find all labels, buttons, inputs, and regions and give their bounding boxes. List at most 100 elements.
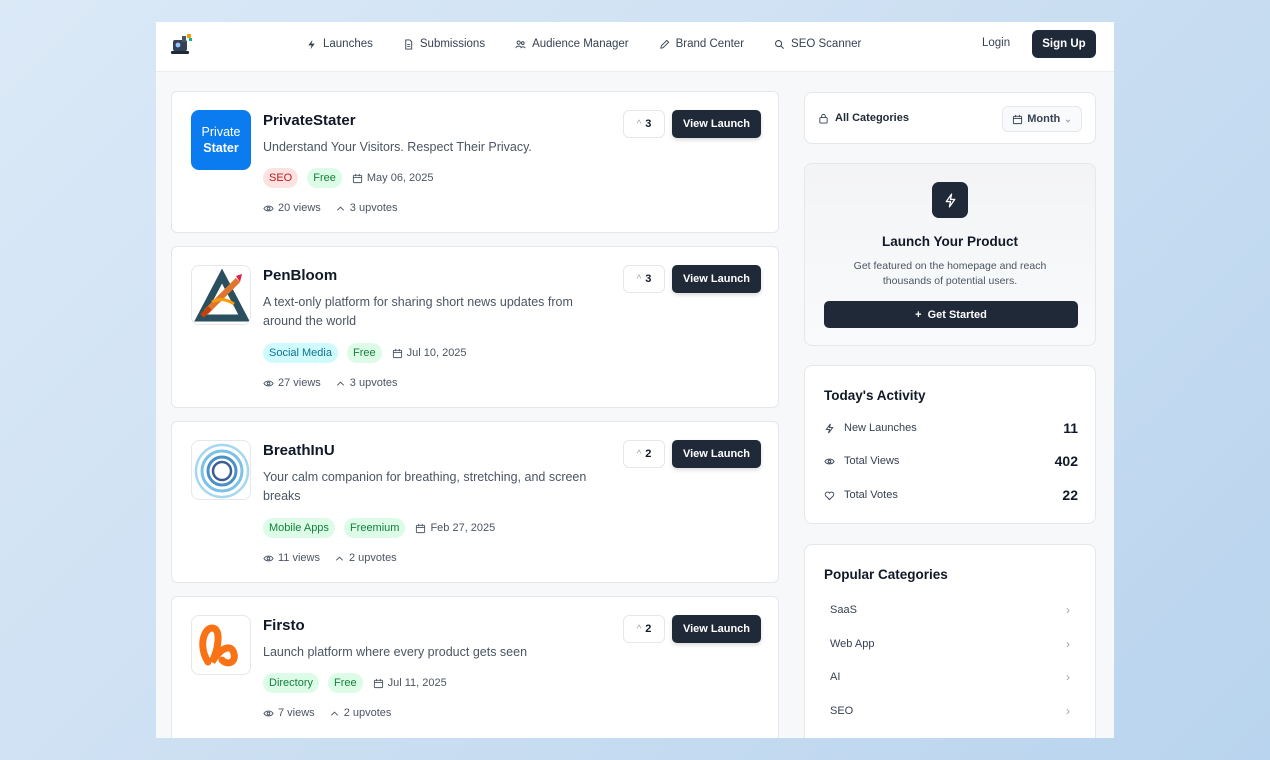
nav-audience-manager[interactable]: Audience Manager <box>515 38 629 50</box>
chevron-up-icon: ^ <box>636 448 642 460</box>
launch-card[interactable]: BreathInU Your calm companion for breath… <box>171 421 779 583</box>
bolt-icon <box>932 182 968 218</box>
upvote-button[interactable]: ^ 3 <box>623 265 665 293</box>
category-link[interactable]: Web App › <box>830 637 1070 651</box>
product-name[interactable]: PenBloom <box>263 267 337 284</box>
views-stat: 7 views <box>263 707 315 719</box>
tag-row: Mobile Apps Freemium Feb 27, 2025 <box>263 518 495 538</box>
category-label: Web App <box>830 638 875 650</box>
nav-submissions[interactable]: Submissions <box>403 38 485 50</box>
nav-seo-scanner[interactable]: SEO Scanner <box>774 38 861 50</box>
calendar-icon <box>352 173 362 183</box>
pencil-icon <box>659 39 669 49</box>
activity-card: Today's Activity New Launches 11 Total V… <box>804 365 1096 524</box>
bolt-icon <box>825 423 834 433</box>
period-select[interactable]: Month ⌄ <box>1002 106 1082 132</box>
category-link[interactable]: SEO › <box>830 704 1070 718</box>
category-link[interactable]: SaaS › <box>830 603 1070 617</box>
heart-icon <box>824 491 835 500</box>
upvotes-stat: 3 upvotes <box>335 377 398 389</box>
activity-row: New Launches 11 <box>824 420 1078 436</box>
views-stat: 20 views <box>263 202 321 214</box>
chevron-down-icon: ⌄ <box>1064 113 1072 124</box>
category-tag[interactable]: SEO <box>263 168 299 188</box>
category-label: AI <box>830 671 841 683</box>
upvotes-count: 2 upvotes <box>348 552 397 564</box>
popular-title: Popular Categories <box>824 567 948 582</box>
product-name[interactable]: PrivateStater <box>263 112 356 129</box>
chevron-up-icon <box>336 380 344 386</box>
category-filter-label: All Categories <box>835 112 909 124</box>
product-name[interactable]: Firsto <box>263 617 305 634</box>
chevron-up-icon: ^ <box>636 118 642 130</box>
upvotes-stat: 3 upvotes <box>335 202 398 214</box>
login-link[interactable]: Login <box>982 37 1010 49</box>
launch-promo-card: Launch Your Product Get featured on the … <box>804 163 1096 346</box>
product-description: Understand Your Visitors. Respect Their … <box>263 140 532 154</box>
activity-value: 22 <box>1062 487 1078 503</box>
launch-date-text: Jul 11, 2025 <box>387 677 447 689</box>
search-icon <box>775 39 785 49</box>
view-launch-button[interactable]: View Launch <box>672 110 761 138</box>
pricing-tag[interactable]: Free <box>328 673 363 693</box>
calendar-icon <box>1013 114 1023 124</box>
category-tag[interactable]: Social Media <box>263 343 338 363</box>
stats-row: 27 views 3 upvotes <box>263 377 398 389</box>
vote-count: 2 <box>645 623 652 635</box>
launch-card[interactable]: Private Stater PrivateStater Understand … <box>171 91 779 233</box>
category-tag[interactable]: Mobile Apps <box>263 518 335 538</box>
lock-icon <box>819 113 828 124</box>
activity-value: 11 <box>1063 420 1078 436</box>
vote-count: 3 <box>645 118 652 130</box>
product-logo <box>191 615 251 675</box>
upvotes-stat: 2 upvotes <box>329 707 391 719</box>
product-logo <box>191 440 251 500</box>
upvote-button[interactable]: ^ 2 <box>623 440 665 468</box>
calendar-icon <box>416 523 426 533</box>
eye-icon <box>263 555 274 561</box>
product-description: Launch platform where every product gets… <box>263 645 528 659</box>
launch-card[interactable]: Firsto Launch platform where every produ… <box>171 596 779 738</box>
category-tag[interactable]: Directory <box>263 673 320 693</box>
launch-card[interactable]: PenBloom A text-only platform for sharin… <box>171 246 779 408</box>
get-started-label: Get Started <box>927 308 987 321</box>
stats-row: 20 views 3 upvotes <box>263 202 398 214</box>
launch-date-text: May 06, 2025 <box>366 172 434 184</box>
chevron-up-icon <box>335 555 344 561</box>
chevron-right-icon: › <box>1066 670 1070 684</box>
view-launch-button[interactable]: View Launch <box>672 440 761 468</box>
app-frame: Launches Submissions Audience Manager Br… <box>156 22 1114 738</box>
view-launch-button[interactable]: View Launch <box>672 265 761 293</box>
product-logo <box>191 265 251 325</box>
tag-row: Social Media Free Jul 10, 2025 <box>263 343 467 363</box>
launch-date: May 06, 2025 <box>352 172 434 184</box>
category-filter[interactable]: All Categories <box>818 112 909 124</box>
site-logo[interactable] <box>170 32 196 56</box>
pricing-tag[interactable]: Free <box>307 168 342 188</box>
pricing-tag[interactable]: Freemium <box>343 518 406 538</box>
category-link[interactable]: AI › <box>830 670 1070 684</box>
chevron-right-icon: › <box>1066 637 1070 651</box>
nav-brand-center[interactable]: Brand Center <box>659 38 744 50</box>
upvote-button[interactable]: ^ 2 <box>623 615 665 643</box>
view-launch-button[interactable]: View Launch <box>672 615 761 643</box>
logo-text-line-2: Stater <box>203 141 239 155</box>
eye-icon <box>263 205 274 211</box>
chevron-up-icon: ^ <box>636 623 642 635</box>
filter-bar: All Categories Month ⌄ <box>804 92 1096 144</box>
upvotes-count: 3 upvotes <box>349 377 398 389</box>
get-started-button[interactable]: + Get Started <box>824 301 1078 328</box>
promo-subtitle: Get featured on the homepage and reach t… <box>853 260 1047 287</box>
popular-categories-card: Popular Categories SaaS › Web App › AI ›… <box>804 544 1096 738</box>
signup-button[interactable]: Sign Up <box>1032 30 1096 58</box>
pricing-tag[interactable]: Free <box>346 343 382 363</box>
nav-launches[interactable]: Launches <box>306 38 373 50</box>
chevron-right-icon: › <box>1066 603 1070 617</box>
nav-audience-manager-label: Audience Manager <box>532 38 629 50</box>
activity-label: Total Views <box>844 455 900 467</box>
calendar-icon <box>392 348 402 358</box>
upvote-button[interactable]: ^ 3 <box>623 110 665 138</box>
product-name[interactable]: BreathInU <box>263 442 335 459</box>
users-icon <box>515 40 526 48</box>
activity-row: Total Votes 22 <box>824 487 1078 503</box>
